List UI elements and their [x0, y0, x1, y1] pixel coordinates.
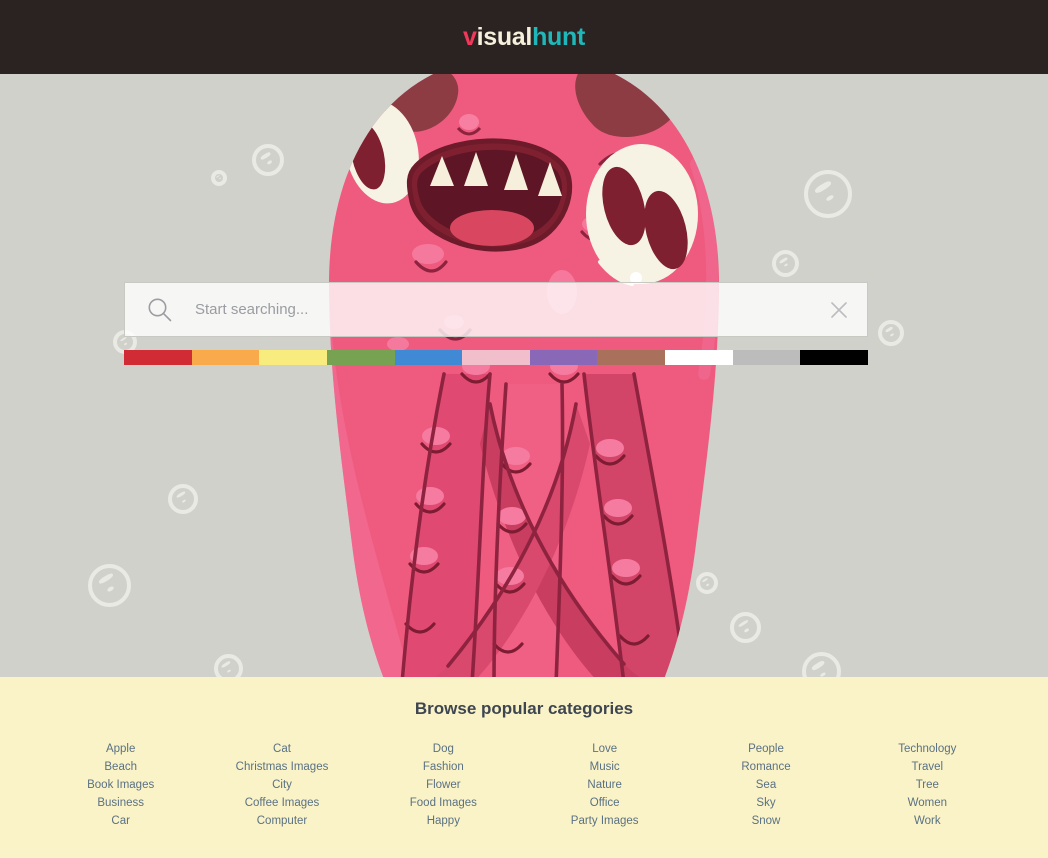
category-link[interactable]: Cat — [201, 740, 362, 758]
category-column: People Romance Sea Sky Snow — [685, 740, 846, 830]
category-link[interactable]: Apple — [40, 740, 201, 758]
monster-illustration — [294, 74, 754, 677]
category-link[interactable]: Love — [524, 740, 685, 758]
logo-text-hunt: hunt — [532, 22, 586, 51]
bubble-icon — [804, 170, 852, 218]
color-swatch-pink[interactable] — [462, 350, 530, 365]
category-link[interactable]: People — [685, 740, 846, 758]
category-link[interactable]: Sea — [685, 776, 846, 794]
category-link[interactable]: Nature — [524, 776, 685, 794]
categories-section: Browse popular categories Apple Beach Bo… — [0, 677, 1048, 858]
site-logo[interactable]: visualhunt — [463, 23, 585, 52]
bubble-icon — [252, 144, 284, 176]
category-link[interactable]: Music — [524, 758, 685, 776]
category-link[interactable]: Fashion — [363, 758, 524, 776]
category-column: Love Music Nature Office Party Images — [524, 740, 685, 830]
bubble-icon — [772, 250, 799, 277]
close-icon[interactable] — [829, 300, 849, 320]
category-link[interactable]: Travel — [847, 758, 1008, 776]
category-link[interactable]: Work — [847, 812, 1008, 830]
category-link[interactable]: Sky — [685, 794, 846, 812]
category-link[interactable]: Dog — [363, 740, 524, 758]
category-column: Technology Travel Tree Women Work — [847, 740, 1008, 830]
color-filter-swatches — [124, 350, 869, 365]
color-swatch-brown[interactable] — [597, 350, 666, 365]
category-link[interactable]: Snow — [685, 812, 846, 830]
bubble-icon — [211, 170, 227, 186]
category-column: Cat Christmas Images City Coffee Images … — [201, 740, 362, 830]
logo-text-isual: isual — [476, 22, 533, 51]
search-box[interactable] — [124, 282, 868, 337]
search-input[interactable] — [173, 301, 829, 318]
color-swatch-orange[interactable] — [191, 350, 260, 365]
logo-text-v: v — [462, 22, 477, 51]
color-swatch-white[interactable] — [665, 350, 733, 365]
bubble-icon — [168, 484, 198, 514]
category-link[interactable]: Car — [40, 812, 201, 830]
color-swatch-black[interactable] — [800, 350, 869, 365]
bubble-icon — [88, 564, 131, 607]
search-icon — [148, 298, 172, 321]
bubble-icon — [214, 654, 243, 677]
bubble-icon — [878, 320, 904, 346]
categories-grid: Apple Beach Book Images Business Car Cat… — [0, 740, 1048, 830]
category-link[interactable]: Christmas Images — [201, 758, 362, 776]
color-swatch-gray[interactable] — [732, 350, 801, 365]
color-swatch-green[interactable] — [326, 350, 395, 365]
category-link[interactable]: Food Images — [363, 794, 524, 812]
category-link[interactable]: Book Images — [40, 776, 201, 794]
category-link[interactable]: Beach — [40, 758, 201, 776]
category-link[interactable]: Happy — [363, 812, 524, 830]
category-column: Dog Fashion Flower Food Images Happy — [363, 740, 524, 830]
color-swatch-red[interactable] — [124, 350, 192, 365]
color-swatch-yellow[interactable] — [259, 350, 327, 365]
category-link[interactable]: Technology — [847, 740, 1008, 758]
category-link[interactable]: Business — [40, 794, 201, 812]
hero-section: We hunt free high quality stock photos. — [0, 74, 1048, 677]
color-swatch-purple[interactable] — [529, 350, 598, 365]
search-area — [124, 282, 869, 365]
category-link[interactable]: City — [201, 776, 362, 794]
category-link[interactable]: Romance — [685, 758, 846, 776]
site-header: visualhunt — [0, 0, 1048, 74]
category-column: Apple Beach Book Images Business Car — [40, 740, 201, 830]
categories-title: Browse popular categories — [414, 699, 634, 718]
category-link[interactable]: Coffee Images — [201, 794, 362, 812]
category-link[interactable]: Flower — [363, 776, 524, 794]
category-link[interactable]: Women — [847, 794, 1008, 812]
category-link[interactable]: Party Images — [524, 812, 685, 830]
category-link[interactable]: Computer — [201, 812, 362, 830]
category-link[interactable]: Tree — [847, 776, 1008, 794]
category-link[interactable]: Office — [524, 794, 685, 812]
color-swatch-blue[interactable] — [394, 350, 463, 365]
